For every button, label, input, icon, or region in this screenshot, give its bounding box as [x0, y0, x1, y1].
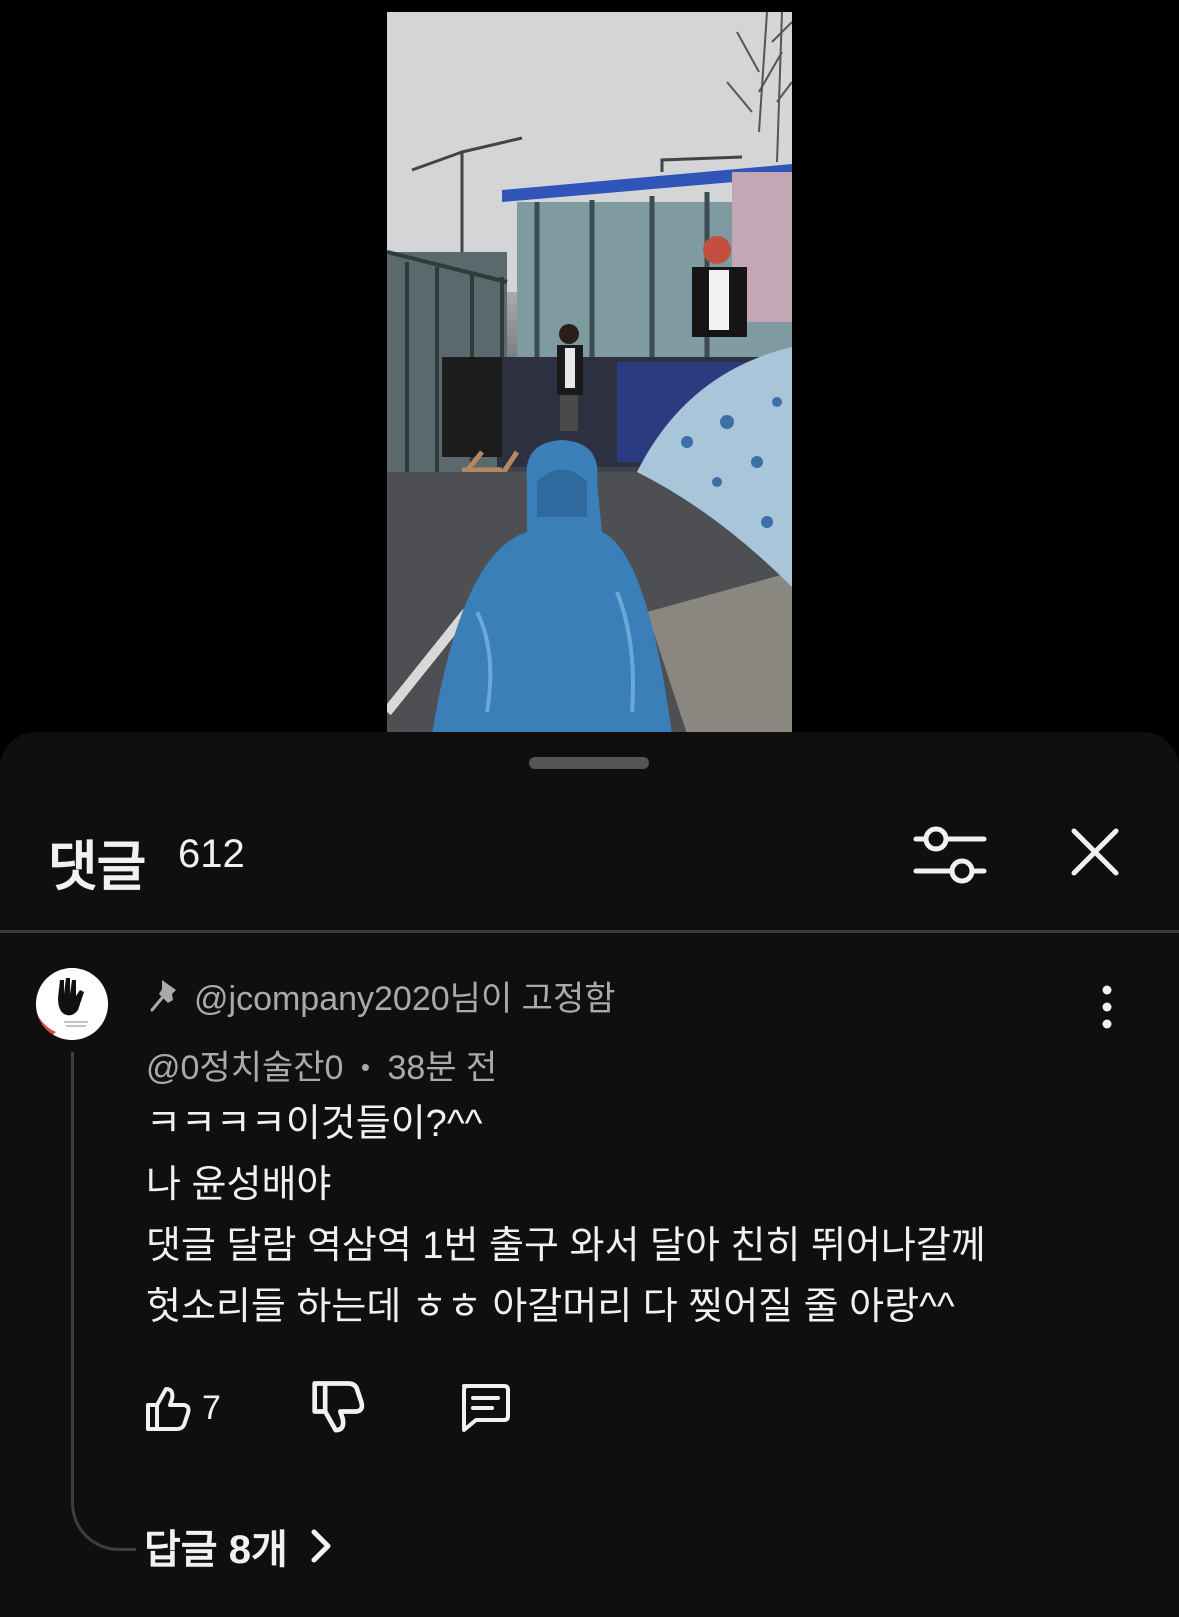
reply-icon — [462, 1384, 510, 1432]
header-divider — [0, 930, 1179, 933]
avatar-image — [36, 968, 108, 1040]
thread-line — [71, 1052, 136, 1551]
comment-text: ㅋㅋㅋㅋ이것들이?^^ 나 윤성배야 댓글 달람 역삼역 1번 출구 와서 달아… — [146, 1103, 986, 1328]
comments-title: 댓글 — [48, 837, 146, 897]
close-button[interactable] — [1060, 817, 1130, 887]
thumbs-up-icon — [146, 1387, 191, 1431]
comment-author[interactable]: @0정치술잔0 — [146, 1049, 343, 1087]
comments-sheet: 댓글 612 @jcompany2020님이 고정함 @0정치술잔0 • 38분… — [0, 732, 1179, 1617]
comments-header: 댓글 612 — [0, 802, 1179, 902]
chevron-right-icon — [311, 1529, 331, 1563]
video-player[interactable] — [387, 12, 792, 734]
sliders-icon — [913, 826, 987, 884]
more-vertical-icon — [1102, 985, 1112, 1029]
pin-icon — [150, 980, 176, 1012]
video-frame-illustration — [387, 12, 792, 734]
sort-filter-button[interactable] — [912, 817, 988, 893]
like-count: 7 — [202, 1388, 221, 1427]
view-replies-button[interactable]: 답글 8개 — [144, 1518, 336, 1574]
comment-meta: @0정치술잔0 • 38분 전 — [146, 1040, 497, 1089]
meta-separator: • — [360, 1052, 371, 1082]
reply-button[interactable] — [456, 1378, 516, 1438]
thumbs-down-icon — [312, 1381, 365, 1433]
comment-more-button[interactable] — [1090, 982, 1124, 1032]
comments-count: 612 — [178, 832, 245, 876]
pinned-by-text: @jcompany2020님이 고정함 — [194, 979, 616, 1018]
pinned-label: @jcompany2020님이 고정함 — [148, 970, 616, 1020]
like-button[interactable]: 7 — [144, 1378, 254, 1438]
drag-handle[interactable] — [529, 757, 649, 769]
avatar[interactable] — [36, 968, 108, 1040]
screen: 댓글 612 @jcompany2020님이 고정함 @0정치술잔0 • 38분… — [0, 0, 1179, 1617]
dislike-button[interactable] — [310, 1378, 366, 1438]
comment-time: 38분 전 — [387, 1049, 498, 1087]
replies-label: 답글 8개 — [144, 1528, 288, 1572]
close-icon — [1071, 828, 1119, 876]
